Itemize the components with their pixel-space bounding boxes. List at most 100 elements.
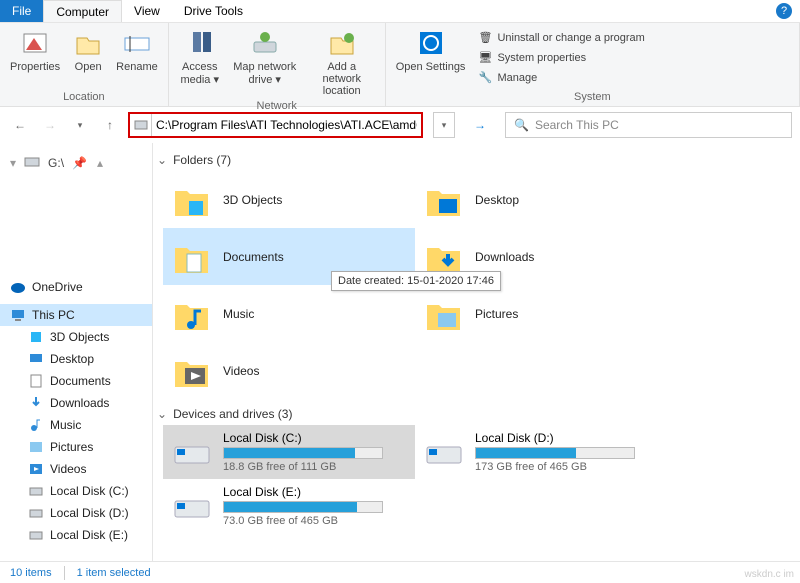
- onedrive-label: OneDrive: [32, 280, 83, 294]
- access-media-button[interactable]: Access media ▾: [173, 25, 227, 99]
- folder-name: Downloads: [475, 250, 534, 264]
- forward-button[interactable]: →: [38, 113, 62, 137]
- folders-header-label: Folders (7): [173, 153, 231, 167]
- folder-item[interactable]: 3D Objects: [163, 171, 415, 228]
- tab-view[interactable]: View: [122, 0, 172, 22]
- up-button[interactable]: ↑: [98, 113, 122, 137]
- search-box[interactable]: 🔍 Search This PC: [505, 112, 792, 138]
- folder-icon: [171, 179, 213, 221]
- rename-icon: [121, 27, 153, 59]
- drive-capacity-bar: [475, 447, 635, 459]
- sidebar-item[interactable]: Desktop: [0, 348, 152, 370]
- tab-drive-tools[interactable]: Drive Tools: [172, 0, 255, 22]
- rename-button[interactable]: Rename: [110, 25, 164, 90]
- item-label: Downloads: [50, 396, 109, 410]
- drive-free-text: 18.8 GB free of 111 GB: [223, 461, 407, 473]
- chevron-up-icon: ▴: [97, 156, 103, 170]
- item-label: Local Disk (C:): [50, 484, 129, 498]
- folder-name: Documents: [223, 250, 284, 264]
- search-icon: 🔍: [514, 118, 529, 132]
- nav-pane: ▾ G:\ 📌 ▴ OneDrive This PC 3D ObjectsDes…: [0, 143, 153, 561]
- manage-link[interactable]: 🔧 Manage: [475, 68, 646, 88]
- folder-item[interactable]: Videos: [163, 342, 415, 399]
- folder-name: Pictures: [475, 307, 518, 321]
- folder-item[interactable]: Pictures: [415, 285, 667, 342]
- address-icon[interactable]: [130, 114, 152, 136]
- uninstall-link[interactable]: 🗑Uninstall or change a program: [475, 28, 646, 48]
- drive-name: Local Disk (C:): [223, 431, 407, 445]
- sidebar-item[interactable]: Documents: [0, 370, 152, 392]
- properties-icon: [19, 27, 51, 59]
- drive-item[interactable]: Local Disk (C:) 18.8 GB free of 111 GB: [163, 425, 415, 479]
- this-pc-icon: [10, 307, 26, 323]
- item-icon: [28, 439, 44, 455]
- folder-icon: [423, 293, 465, 335]
- sidebar-item[interactable]: Videos: [0, 458, 152, 480]
- open-label: Open: [75, 61, 102, 73]
- recent-dropdown[interactable]: ▾: [68, 113, 92, 137]
- ribbon-label-network: Network: [173, 99, 381, 113]
- open-settings-button[interactable]: Open Settings: [390, 25, 472, 90]
- onedrive-icon: [10, 279, 26, 295]
- system-properties-link[interactable]: 🖥System properties: [475, 48, 646, 68]
- drive-name: Local Disk (D:): [475, 431, 659, 445]
- sidebar-item[interactable]: Local Disk (E:): [0, 524, 152, 546]
- item-icon: [28, 395, 44, 411]
- devices-header[interactable]: ⌄ Devices and drives (3): [157, 403, 796, 425]
- properties-button[interactable]: Properties: [4, 25, 66, 90]
- properties-label: Properties: [10, 61, 60, 73]
- folder-icon: [171, 236, 213, 278]
- pin-icon[interactable]: 📌: [72, 156, 87, 170]
- open-settings-label: Open Settings: [396, 61, 466, 73]
- back-button[interactable]: ←: [8, 113, 32, 137]
- watermark: wskdn.c im: [745, 569, 794, 580]
- address-dropdown[interactable]: ▾: [433, 112, 455, 138]
- separator: [64, 566, 65, 580]
- add-location-label: Add a network location: [309, 61, 375, 97]
- folder-item[interactable]: Music: [163, 285, 415, 342]
- sidebar-item[interactable]: 3D Objects: [0, 326, 152, 348]
- item-icon: [28, 483, 44, 499]
- status-selected-count: 1 item selected: [77, 567, 151, 579]
- ribbon-group-location: Properties Open Rename Location: [0, 23, 169, 106]
- tab-file[interactable]: File: [0, 0, 43, 22]
- quick-access-drive[interactable]: ▾ G:\ 📌 ▴: [0, 149, 152, 176]
- manage-icon: 🔧: [477, 70, 493, 86]
- ribbon-group-network: Access media ▾ Map network drive ▾ Add a…: [169, 23, 386, 106]
- sidebar-item[interactable]: Downloads: [0, 392, 152, 414]
- help-icon[interactable]: ?: [776, 3, 792, 19]
- drive-item[interactable]: Local Disk (E:)73.0 GB free of 465 GB: [163, 479, 415, 533]
- sidebar-item[interactable]: Local Disk (D:): [0, 502, 152, 524]
- sidebar-item-this-pc[interactable]: This PC: [0, 304, 152, 326]
- drive-capacity-bar: [223, 501, 383, 513]
- map-drive-label: Map network drive ▾: [233, 61, 297, 86]
- folder-name: Desktop: [475, 193, 519, 207]
- folder-name: Videos: [223, 364, 259, 378]
- address-input[interactable]: [152, 114, 421, 136]
- go-button[interactable]: →: [467, 112, 493, 138]
- add-location-button[interactable]: Add a network location: [303, 25, 381, 99]
- drive-item[interactable]: Local Disk (D:)173 GB free of 465 GB: [415, 425, 667, 479]
- open-button[interactable]: Open: [66, 25, 110, 90]
- add-location-icon: [326, 27, 358, 59]
- chevron-down-icon: ⌄: [157, 153, 167, 167]
- status-item-count: 10 items: [10, 567, 52, 579]
- sidebar-item[interactable]: Local Disk (C:): [0, 480, 152, 502]
- sidebar-item-onedrive[interactable]: OneDrive: [0, 276, 152, 298]
- map-drive-button[interactable]: Map network drive ▾: [227, 25, 303, 99]
- folder-icon: [423, 179, 465, 221]
- drive-icon: [171, 431, 213, 473]
- folders-header[interactable]: ⌄ Folders (7): [157, 149, 796, 171]
- tooltip: Date created: 15-01-2020 17:46: [331, 271, 501, 291]
- folder-item[interactable]: Desktop: [415, 171, 667, 228]
- item-label: Pictures: [50, 440, 93, 454]
- sidebar-item[interactable]: Music: [0, 414, 152, 436]
- tab-computer[interactable]: Computer: [43, 0, 122, 22]
- rename-label: Rename: [116, 61, 158, 73]
- item-icon: [28, 417, 44, 433]
- sidebar-item[interactable]: Pictures: [0, 436, 152, 458]
- drive-free-text: 73.0 GB free of 465 GB: [223, 515, 407, 527]
- chevron-down-icon: ⌄: [157, 407, 167, 421]
- drive-icon: [24, 153, 40, 172]
- manage-label: Manage: [497, 72, 537, 84]
